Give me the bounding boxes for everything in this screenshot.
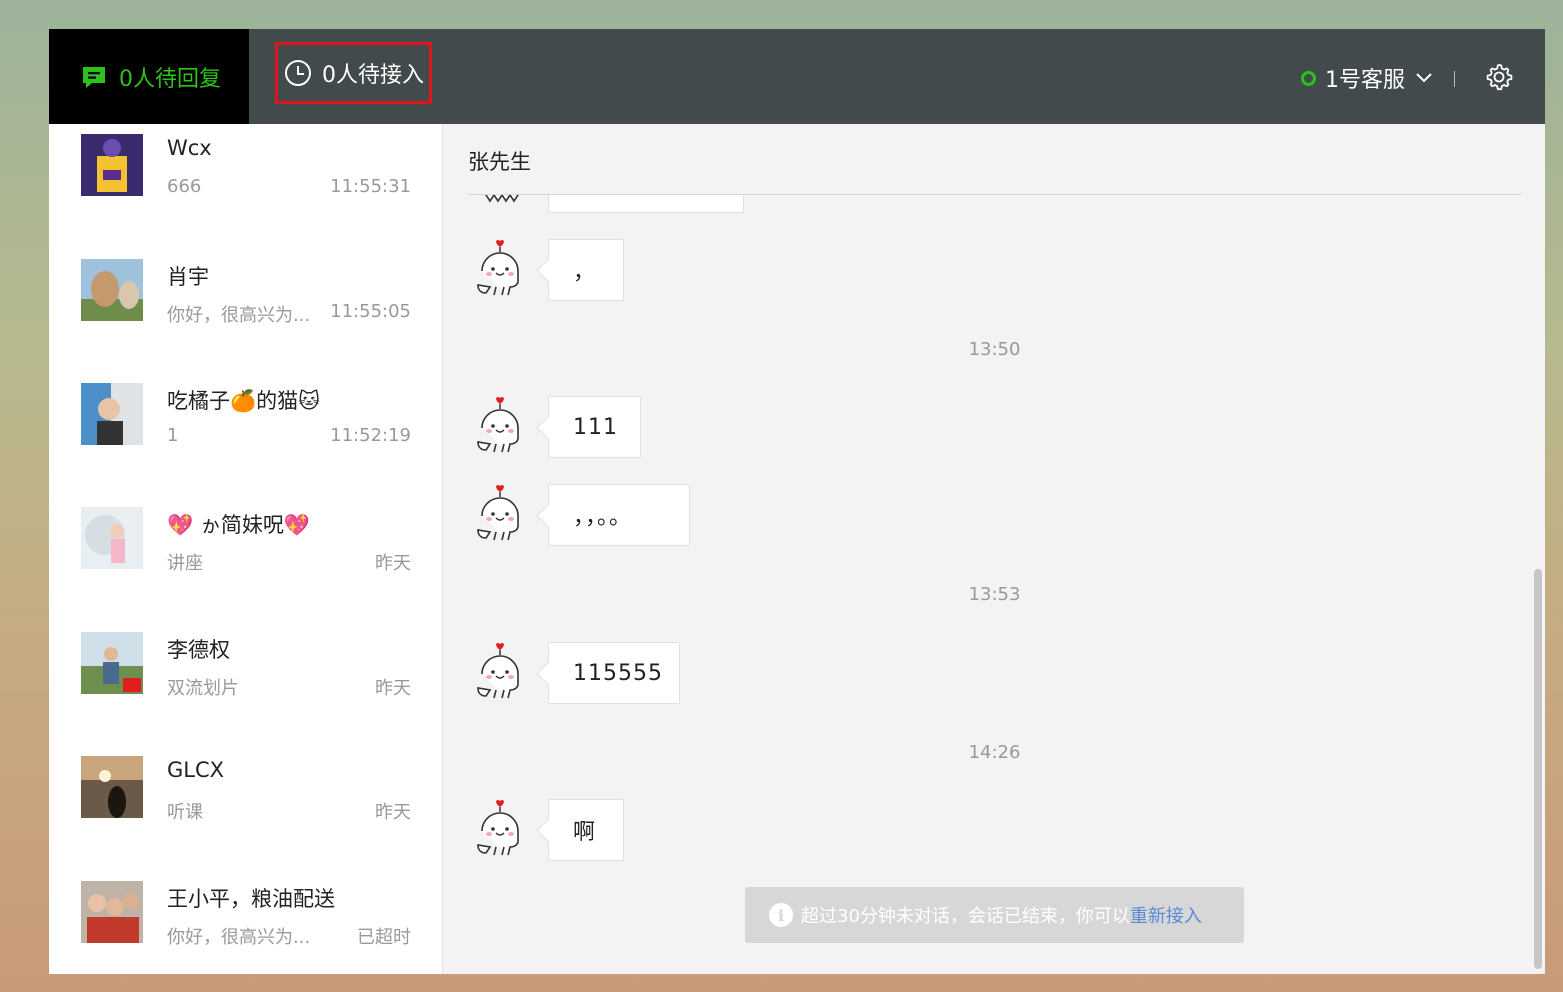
avatar [81,259,143,321]
last-message: 1 [167,425,179,446]
list-item[interactable]: 李德权 双流划片 昨天 [49,622,442,746]
reconnect-link[interactable]: 重新接入 [1130,902,1202,928]
message-time: 昨天 [375,678,411,699]
tab-waiting-reply-label: 0人待回复 [119,66,221,92]
online-status-icon [1301,70,1316,86]
tab-waiting-access[interactable]: 0人待接入 [275,42,432,104]
info-icon: i [769,903,793,927]
message-time: 昨天 [375,802,411,823]
list-item[interactable]: 💖 ゕ简妹呪💖 讲座 昨天 [49,497,442,621]
message-time: 已超时 [357,927,411,948]
gear-icon[interactable] [1485,63,1513,91]
clock-icon [285,60,311,86]
bot-avatar-icon [477,642,519,699]
contact-name: 李德权 [167,638,230,662]
list-item[interactable]: Wcx 666 11:55:31 [49,124,442,248]
conversation-list: Wcx 666 11:55:31 肖宇 你好，很高兴为... 11:55:05 … [49,124,443,974]
last-message: 双流划片 [167,678,239,699]
message-bubble: 111 [548,396,641,458]
list-item[interactable]: GLCX 听课 昨天 [49,746,442,870]
agent-name: 1号客服 [1325,68,1405,93]
customer-service-window: 0人待回复 0人待接入 1号客服 Wcx 666 11:55:31 肖宇 你好，… [49,29,1545,974]
list-item[interactable]: 吃橘子🍊的猫🐱 1 11:52:19 [49,373,442,497]
timestamp: 14:26 [968,742,1021,763]
bot-avatar-icon [477,799,519,856]
notice-text: 超过30分钟未对话，会话已结束，你可以 [801,906,1130,927]
last-message: 你好，很高兴为... [167,305,311,326]
avatar [81,383,143,445]
message-time: 11:52:19 [330,425,411,446]
message-list: ， 13:50 111 ，，。。 13:53 115555 14:26 啊 [444,195,1545,974]
topbar-divider [1454,71,1455,87]
list-item[interactable]: 肖宇 你好，很高兴为... 11:55:05 [49,249,442,373]
session-ended-notice: i 超过30分钟未对话，会话已结束，你可以 重新接入 [745,887,1244,943]
chat-panel: 张先生 ， 13:50 111 ，，。。 13:53 115555 14:26 … [444,124,1545,974]
chat-scrollbar[interactable] [1534,569,1542,969]
last-message: 听课 [167,802,203,823]
avatar [81,507,143,569]
contact-name: Wcx [167,136,212,160]
avatar [81,632,143,694]
message-bubble: ，，。。 [548,484,690,546]
contact-name: 肖宇 [167,265,209,289]
agent-selector[interactable]: 1号客服 [1301,63,1433,93]
message-bubble: 啊 [548,799,624,861]
avatar [81,881,143,943]
contact-name: 王小平，粮油配送 [167,887,335,911]
bot-avatar-icon [477,484,519,541]
chat-title: 张先生 [468,150,531,174]
bot-avatar-icon [477,396,519,453]
chevron-down-icon [1416,73,1432,83]
timestamp: 13:53 [968,584,1021,605]
contact-name: 吃橘子🍊的猫🐱 [167,389,321,413]
tab-waiting-access-label: 0人待接入 [322,63,424,88]
tab-waiting-reply[interactable]: 0人待回复 [49,29,249,124]
top-bar: 0人待回复 0人待接入 1号客服 [49,29,1545,124]
avatar [81,134,143,196]
message-bubble [548,195,744,213]
bot-avatar-icon [477,239,519,296]
bot-avatar-icon [485,195,519,203]
message-time: 11:55:05 [330,301,411,322]
contact-name: 💖 ゕ简妹呪💖 [167,513,310,537]
chat-bubble-icon [83,66,105,88]
contact-name: GLCX [167,758,225,782]
message-bubble: 115555 [548,642,680,704]
last-message: 讲座 [167,553,203,574]
timestamp: 13:50 [968,339,1021,360]
last-message: 你好，很高兴为... [167,927,311,948]
last-message: 666 [167,176,202,197]
message-time: 11:55:31 [330,176,411,197]
message-bubble: ， [548,239,624,301]
message-time: 昨天 [375,553,411,574]
avatar [81,756,143,818]
list-item[interactable]: 王小平，粮油配送 你好，很高兴为... 已超时 [49,871,442,974]
